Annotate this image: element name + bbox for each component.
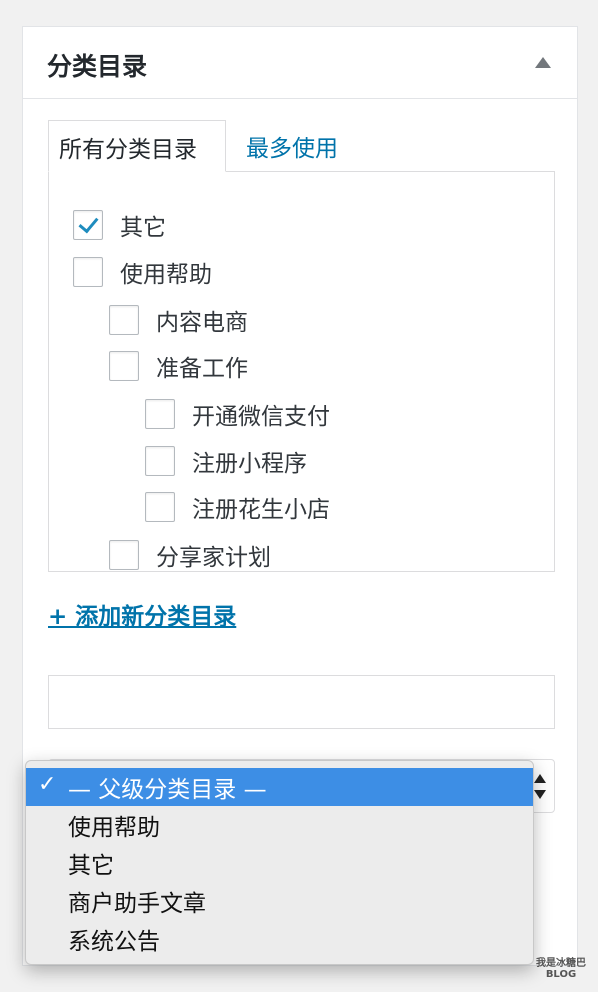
category-item-help[interactable]: 使用帮助: [73, 255, 212, 289]
dropdown-option-label: 系统公告: [68, 929, 160, 955]
dropdown-option-other[interactable]: 其它: [26, 844, 533, 882]
category-label: 分享家计划: [156, 545, 271, 571]
dropdown-option-help[interactable]: 使用帮助: [26, 806, 533, 844]
category-item-sharer-plan[interactable]: 分享家计划: [109, 538, 271, 571]
category-checkbox[interactable]: [145, 492, 175, 522]
category-label: 注册小程序: [192, 451, 307, 477]
panel-title: 分类目录: [47, 52, 148, 81]
tab-all-categories[interactable]: 所有分类目录: [48, 120, 226, 172]
category-label: 内容电商: [156, 310, 248, 336]
category-label: 其它: [120, 215, 166, 241]
category-item-register-miniprogram[interactable]: 注册小程序: [145, 444, 307, 478]
add-new-category-link[interactable]: + 添加新分类目录: [48, 597, 236, 631]
category-item-wechat-pay[interactable]: 开通微信支付: [145, 397, 330, 431]
watermark-line2: BLOG: [545, 969, 577, 980]
category-checkbox[interactable]: [73, 257, 103, 287]
parent-category-dropdown[interactable]: ✓ — 父级分类目录 — 使用帮助 其它 商户助手文章 系统公告: [25, 760, 534, 965]
category-item-preparation[interactable]: 准备工作: [109, 349, 248, 383]
watermark-line1: 我是冰糖巴: [536, 958, 586, 969]
dropdown-option-label: — 父级分类目录 —: [68, 777, 267, 803]
checkmark-icon: ✓: [38, 772, 57, 797]
category-checklist[interactable]: 其它 使用帮助 内容电商 准备工作 开通微信支付 注册小程序 注册花生小店 分享…: [48, 171, 555, 572]
category-checkbox[interactable]: [109, 305, 139, 335]
dropdown-option-label: 使用帮助: [68, 815, 160, 841]
dropdown-option-label: 商户助手文章: [68, 891, 206, 917]
dropdown-option-parent[interactable]: ✓ — 父级分类目录 —: [26, 768, 533, 806]
dropdown-option-announcements[interactable]: 系统公告: [26, 920, 533, 958]
category-label: 使用帮助: [120, 262, 212, 288]
category-checkbox[interactable]: [109, 540, 139, 570]
category-item-content-commerce[interactable]: 内容电商: [109, 303, 248, 337]
category-checkbox[interactable]: [145, 399, 175, 429]
category-item-other[interactable]: 其它: [73, 208, 166, 242]
category-label: 准备工作: [156, 356, 248, 382]
category-checkbox[interactable]: [109, 351, 139, 381]
category-item-register-shop[interactable]: 注册花生小店: [145, 490, 330, 524]
category-label: 开通微信支付: [192, 404, 330, 430]
blog-watermark-logo: 我是冰糖巴 BLOG: [536, 958, 586, 980]
tab-most-used[interactable]: 最多使用: [246, 129, 338, 163]
dropdown-option-merchant-articles[interactable]: 商户助手文章: [26, 882, 533, 920]
select-updown-icon[interactable]: [534, 774, 546, 800]
category-label: 注册花生小店: [192, 497, 330, 523]
dropdown-option-label: 其它: [68, 853, 114, 879]
new-category-name-input[interactable]: [48, 675, 555, 729]
collapse-toggle-icon[interactable]: [535, 57, 551, 68]
panel-header[interactable]: 分类目录: [23, 27, 577, 99]
category-checkbox[interactable]: [73, 210, 103, 240]
category-checkbox[interactable]: [145, 446, 175, 476]
